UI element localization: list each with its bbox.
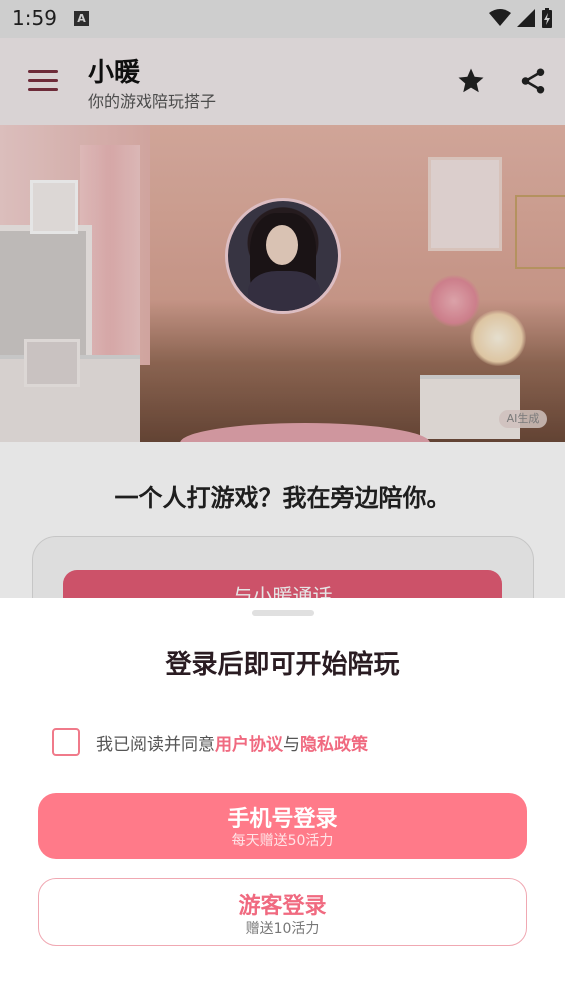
sheet-title: 登录后即可开始陪玩 <box>165 650 400 680</box>
agreement-text: 我已阅读并同意用户协议与隐私政策 <box>96 730 368 755</box>
phone-login-label: 手机号登录 <box>227 807 338 832</box>
agreement-and: 与 <box>283 734 300 755</box>
login-bottom-sheet: 登录后即可开始陪玩 我已阅读并同意用户协议与隐私政策 手机号登录 每天赠送50活… <box>0 598 565 1004</box>
agreement-checkbox[interactable] <box>52 728 80 756</box>
guest-login-button[interactable]: 游客登录 赠送10活力 <box>38 878 527 946</box>
guest-login-sublabel: 赠送10活力 <box>245 921 320 937</box>
modal-scrim[interactable] <box>0 0 565 598</box>
phone-login-button[interactable]: 手机号登录 每天赠送50活力 <box>38 793 527 859</box>
agreement-row: 我已阅读并同意用户协议与隐私政策 <box>52 726 368 758</box>
user-agreement-link[interactable]: 用户协议 <box>215 735 283 755</box>
drag-handle[interactable] <box>252 610 314 616</box>
privacy-policy-link[interactable]: 隐私政策 <box>300 735 368 755</box>
agreement-prefix: 我已阅读并同意 <box>96 734 215 755</box>
phone-login-sublabel: 每天赠送50活力 <box>231 833 334 849</box>
guest-login-label: 游客登录 <box>238 894 327 919</box>
